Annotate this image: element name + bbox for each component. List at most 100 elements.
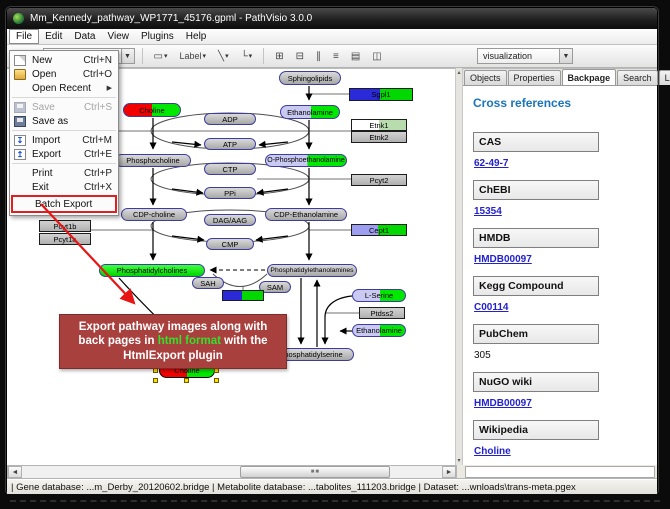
- menu-item-open[interactable]: Open Ctrl+O: [10, 67, 118, 81]
- scrollbar-thumb[interactable]: ■■: [240, 466, 390, 478]
- node-ctp[interactable]: CTP: [204, 163, 256, 175]
- menu-item-print[interactable]: Print Ctrl+P: [10, 166, 118, 180]
- gene-box-partially-hidden[interactable]: [222, 290, 264, 301]
- chevron-down-icon[interactable]: ▼: [121, 49, 134, 63]
- chevron-down-icon[interactable]: ▾: [203, 52, 207, 60]
- menu-edit[interactable]: Edit: [39, 29, 68, 44]
- node-ethanolamine-2[interactable]: Ethanolamine: [352, 324, 406, 337]
- scroll-right-icon[interactable]: ►: [442, 466, 456, 478]
- xref-link-nugo[interactable]: HMDB00097: [474, 398, 649, 409]
- tab-search[interactable]: Search: [617, 70, 658, 85]
- menu-item-open-recent[interactable]: Open Recent ▶: [10, 81, 118, 95]
- menu-item-label: Print: [32, 168, 76, 179]
- chevron-down-icon[interactable]: ▼: [559, 49, 572, 63]
- visualization-dropdown[interactable]: visualization ▼: [477, 48, 573, 64]
- line-tool-button[interactable]: ╲ ▾: [214, 49, 233, 64]
- label-tool-button[interactable]: Label ▾: [175, 49, 210, 63]
- tab-legend[interactable]: Legend: [659, 70, 670, 85]
- selection-handle[interactable]: [184, 378, 189, 383]
- gene-pcyt2[interactable]: Pcyt2: [351, 174, 407, 186]
- horizontal-scrollbar[interactable]: ◄ ■■ ►: [7, 465, 457, 479]
- scrollbar-track[interactable]: ■■: [22, 466, 442, 478]
- node-phosphocholine[interactable]: Phosphocholine: [115, 154, 191, 167]
- node-adp[interactable]: ADP: [204, 113, 256, 125]
- xref-source-chebi: ChEBI: [473, 180, 599, 200]
- xref-link-wikipedia[interactable]: Choline: [474, 446, 649, 457]
- menu-item-label: Export: [32, 149, 76, 160]
- node-sah[interactable]: SAH: [192, 277, 224, 289]
- toolbar-separator: [263, 48, 264, 64]
- menu-view[interactable]: View: [101, 29, 135, 44]
- distribute-horizontal-button[interactable]: ∥: [312, 49, 325, 64]
- gene-pcyt1a[interactable]: Pcyt1a: [39, 233, 91, 245]
- menu-item-label: Open Recent: [32, 83, 107, 94]
- selection-handle[interactable]: [214, 378, 219, 383]
- menu-data[interactable]: Data: [68, 29, 101, 44]
- node-o-phosphoethanolamine[interactable]: O-Phosphoethanolamine: [265, 154, 347, 167]
- selection-handle[interactable]: [153, 378, 158, 383]
- gene-sgpl1[interactable]: Sgpl1: [349, 88, 413, 101]
- status-bar: | Gene database: ...m_Derby_20120602.bri…: [7, 479, 657, 494]
- node-phosphatidylcholines[interactable]: Phosphatidylcholines: [99, 264, 205, 277]
- menu-file[interactable]: File: [9, 29, 39, 44]
- menu-item-exit[interactable]: Exit Ctrl+X: [10, 180, 118, 194]
- gene-ptdss2[interactable]: Ptdss2: [359, 307, 405, 319]
- tab-objects[interactable]: Objects: [464, 70, 507, 85]
- distribute-vertical-icon: ≡: [333, 51, 339, 62]
- tab-backpage[interactable]: Backpage: [562, 69, 617, 85]
- menu-help[interactable]: Help: [180, 29, 213, 44]
- menu-item-shortcut: Ctrl+E: [84, 149, 112, 160]
- scroll-left-icon[interactable]: ◄: [8, 466, 22, 478]
- menu-item-save-as[interactable]: Save as: [10, 114, 118, 128]
- chevron-down-icon[interactable]: ▾: [164, 52, 168, 60]
- xref-link-kegg[interactable]: C00114: [474, 302, 649, 313]
- gene-etnk2[interactable]: Etnk2: [351, 131, 407, 143]
- gene-etnk1[interactable]: Etnk1: [351, 119, 407, 131]
- node-cmp[interactable]: CMP: [206, 238, 254, 250]
- datanode-tool-button[interactable]: ▭ ▾: [150, 49, 172, 64]
- node-phosphatidylethanolamines[interactable]: Phosphatidylethanolamines: [267, 264, 357, 277]
- distribute-vertical-button[interactable]: ≡: [329, 49, 343, 64]
- gene-pcyt1b[interactable]: Pcyt1b: [39, 220, 91, 232]
- save-as-disk-icon: [14, 116, 26, 127]
- gene-cept1[interactable]: Cept1: [351, 224, 407, 236]
- menu-item-batch-export[interactable]: Batch Export: [13, 197, 115, 211]
- scroll-up-icon[interactable]: ▴: [458, 69, 461, 76]
- stack-vertical-button[interactable]: ▤: [347, 49, 364, 64]
- xref-link-hmdb[interactable]: HMDB00097: [474, 254, 649, 265]
- connector-tool-button[interactable]: └ ▾: [237, 49, 257, 64]
- menu-item-export[interactable]: ↥ Export Ctrl+E: [10, 147, 118, 161]
- tab-properties[interactable]: Properties: [508, 70, 561, 85]
- menu-separator: [12, 130, 116, 131]
- no-icon: [17, 199, 29, 210]
- node-dag-aag[interactable]: DAG/AAG: [204, 214, 256, 226]
- menu-item-label: New: [32, 55, 75, 66]
- chevron-down-icon[interactable]: ▾: [249, 52, 253, 60]
- menu-item-import[interactable]: ↧ Import Ctrl+M: [10, 133, 118, 147]
- menu-plugins[interactable]: Plugins: [135, 29, 180, 44]
- xref-source-nugo: NuGO wiki: [473, 372, 599, 392]
- xref-link-chebi[interactable]: 15354: [474, 206, 649, 217]
- node-atp[interactable]: ATP: [204, 138, 256, 150]
- toolbar-separator: [142, 48, 143, 64]
- align-middle-button[interactable]: ⊟: [292, 49, 308, 64]
- title-bar[interactable]: Mm_Kennedy_pathway_WP1771_45176.gpml - P…: [7, 8, 657, 29]
- open-folder-icon: [14, 69, 26, 80]
- node-ppi[interactable]: PPi: [204, 187, 256, 199]
- vertical-scrollbar[interactable]: ▴ ▾: [455, 68, 463, 465]
- node-choline[interactable]: Choline: [123, 103, 181, 117]
- stack-horizontal-button[interactable]: ◫: [368, 49, 385, 64]
- xref-link-cas[interactable]: 62-49-7: [474, 158, 649, 169]
- node-ethanolamine[interactable]: Ethanolamine: [280, 105, 340, 119]
- node-cdp-choline[interactable]: CDP-choline: [121, 208, 187, 221]
- menu-item-new[interactable]: New Ctrl+N: [10, 53, 118, 67]
- chevron-down-icon[interactable]: ▾: [225, 52, 229, 60]
- node-l-serine[interactable]: L-Serine: [352, 289, 406, 302]
- node-cdp-ethanolamine[interactable]: CDP-Ethanolamine: [265, 208, 347, 221]
- node-sphingolipids[interactable]: Sphingolipids: [279, 71, 341, 85]
- scroll-down-icon[interactable]: ▾: [458, 457, 461, 464]
- align-center-button[interactable]: ⊞: [271, 49, 287, 64]
- no-icon: [14, 168, 26, 179]
- bottom-field: [465, 466, 655, 478]
- xref-source-kegg: Kegg Compound: [473, 276, 599, 296]
